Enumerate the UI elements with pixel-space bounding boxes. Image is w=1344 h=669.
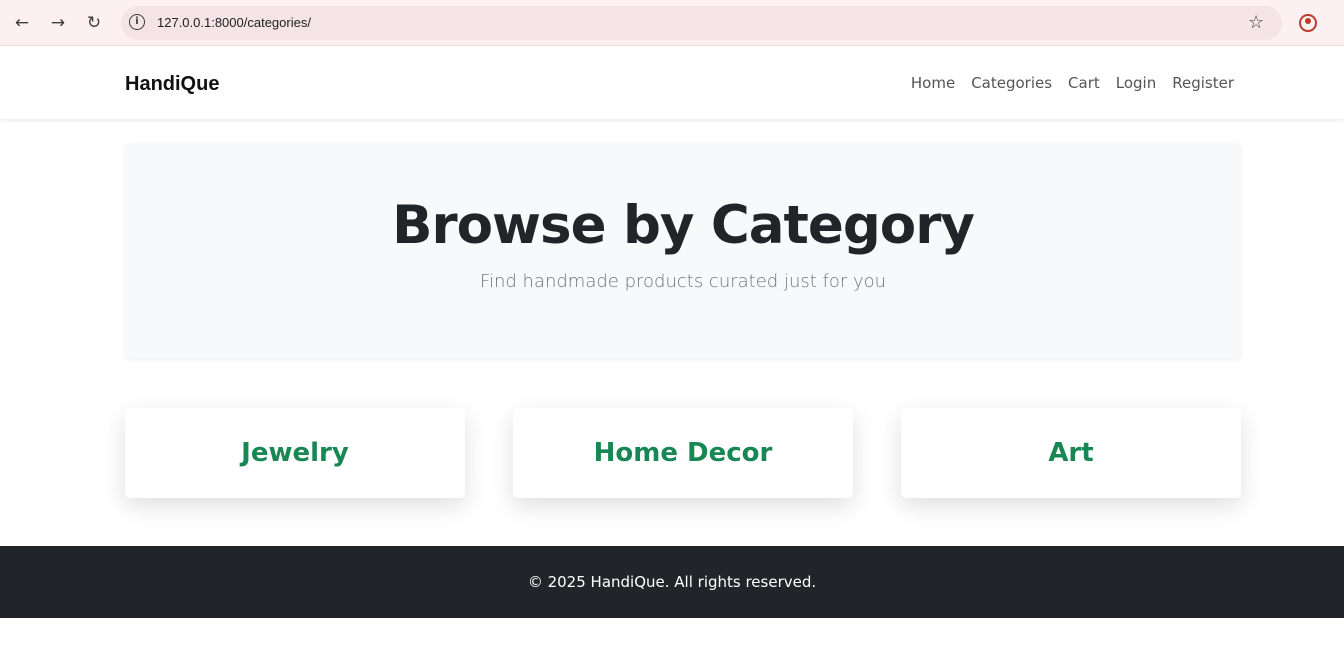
profile-icon[interactable] — [1299, 14, 1317, 32]
copyright-text: © 2025 HandiQue. All rights reserved. — [527, 573, 817, 591]
back-icon[interactable]: ← — [10, 11, 34, 35]
category-card-art[interactable]: Art — [901, 408, 1241, 498]
site-footer: © 2025 HandiQue. All rights reserved. — [0, 546, 1344, 618]
category-title[interactable]: Home Decor — [594, 438, 773, 468]
nav-links: Home Categories Cart Login Register — [911, 74, 1234, 92]
forward-icon[interactable]: → — [46, 11, 70, 35]
page-subtitle: Find handmade products curated just for … — [479, 271, 887, 292]
category-card-jewelry[interactable]: Jewelry — [125, 408, 465, 498]
category-card-home-decor[interactable]: Home Decor — [513, 408, 853, 498]
nav-link-categories[interactable]: Categories — [971, 74, 1052, 92]
nav-link-home[interactable]: Home — [911, 74, 955, 92]
nav-link-cart[interactable]: Cart — [1068, 74, 1100, 92]
category-grid: Jewelry Home Decor Art — [125, 408, 1241, 498]
site-navbar: HandiQue Home Categories Cart Login Regi… — [0, 47, 1344, 119]
menu-icon[interactable]: ⋮ — [1336, 13, 1344, 31]
bookmark-star-icon[interactable]: ☆ — [1248, 12, 1264, 33]
nav-link-login[interactable]: Login — [1116, 74, 1156, 92]
page-title: Browse by Category — [392, 195, 975, 256]
site-info-icon[interactable]: i — [129, 14, 145, 30]
hero-banner: Browse by Category Find handmade product… — [125, 143, 1241, 359]
reload-icon[interactable]: ↻ — [82, 11, 106, 35]
url-text[interactable]: 127.0.0.1:8000/categories/ — [157, 15, 311, 30]
browser-toolbar: ← → ↻ i 127.0.0.1:8000/categories/ ☆ ⋮ — [0, 0, 1344, 46]
brand-logo[interactable]: HandiQue — [125, 73, 219, 96]
category-title[interactable]: Jewelry — [241, 438, 349, 468]
nav-link-register[interactable]: Register — [1172, 74, 1234, 92]
category-title[interactable]: Art — [1048, 438, 1093, 468]
